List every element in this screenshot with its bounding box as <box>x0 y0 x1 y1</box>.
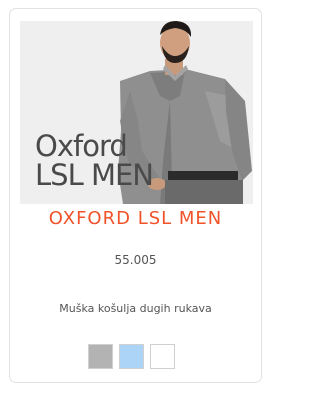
image-caption-line2: LSL MEN <box>35 158 154 192</box>
product-price: 55.005 <box>114 253 157 267</box>
image-caption: Oxford LSL MEN <box>35 132 185 190</box>
product-image[interactable]: Oxford LSL MEN <box>20 21 253 204</box>
swatch-light-blue[interactable] <box>119 344 144 369</box>
swatch-gray[interactable] <box>88 344 113 369</box>
product-description: Muška košulja dugih rukava <box>59 302 212 315</box>
product-card[interactable]: Oxford LSL MEN OXFORD LSL MEN 55.005 Muš… <box>9 8 262 383</box>
image-caption-line1: Oxford <box>35 129 128 163</box>
product-title[interactable]: OXFORD LSL MEN <box>10 208 261 229</box>
color-swatches <box>88 344 175 369</box>
swatch-white[interactable] <box>150 344 175 369</box>
